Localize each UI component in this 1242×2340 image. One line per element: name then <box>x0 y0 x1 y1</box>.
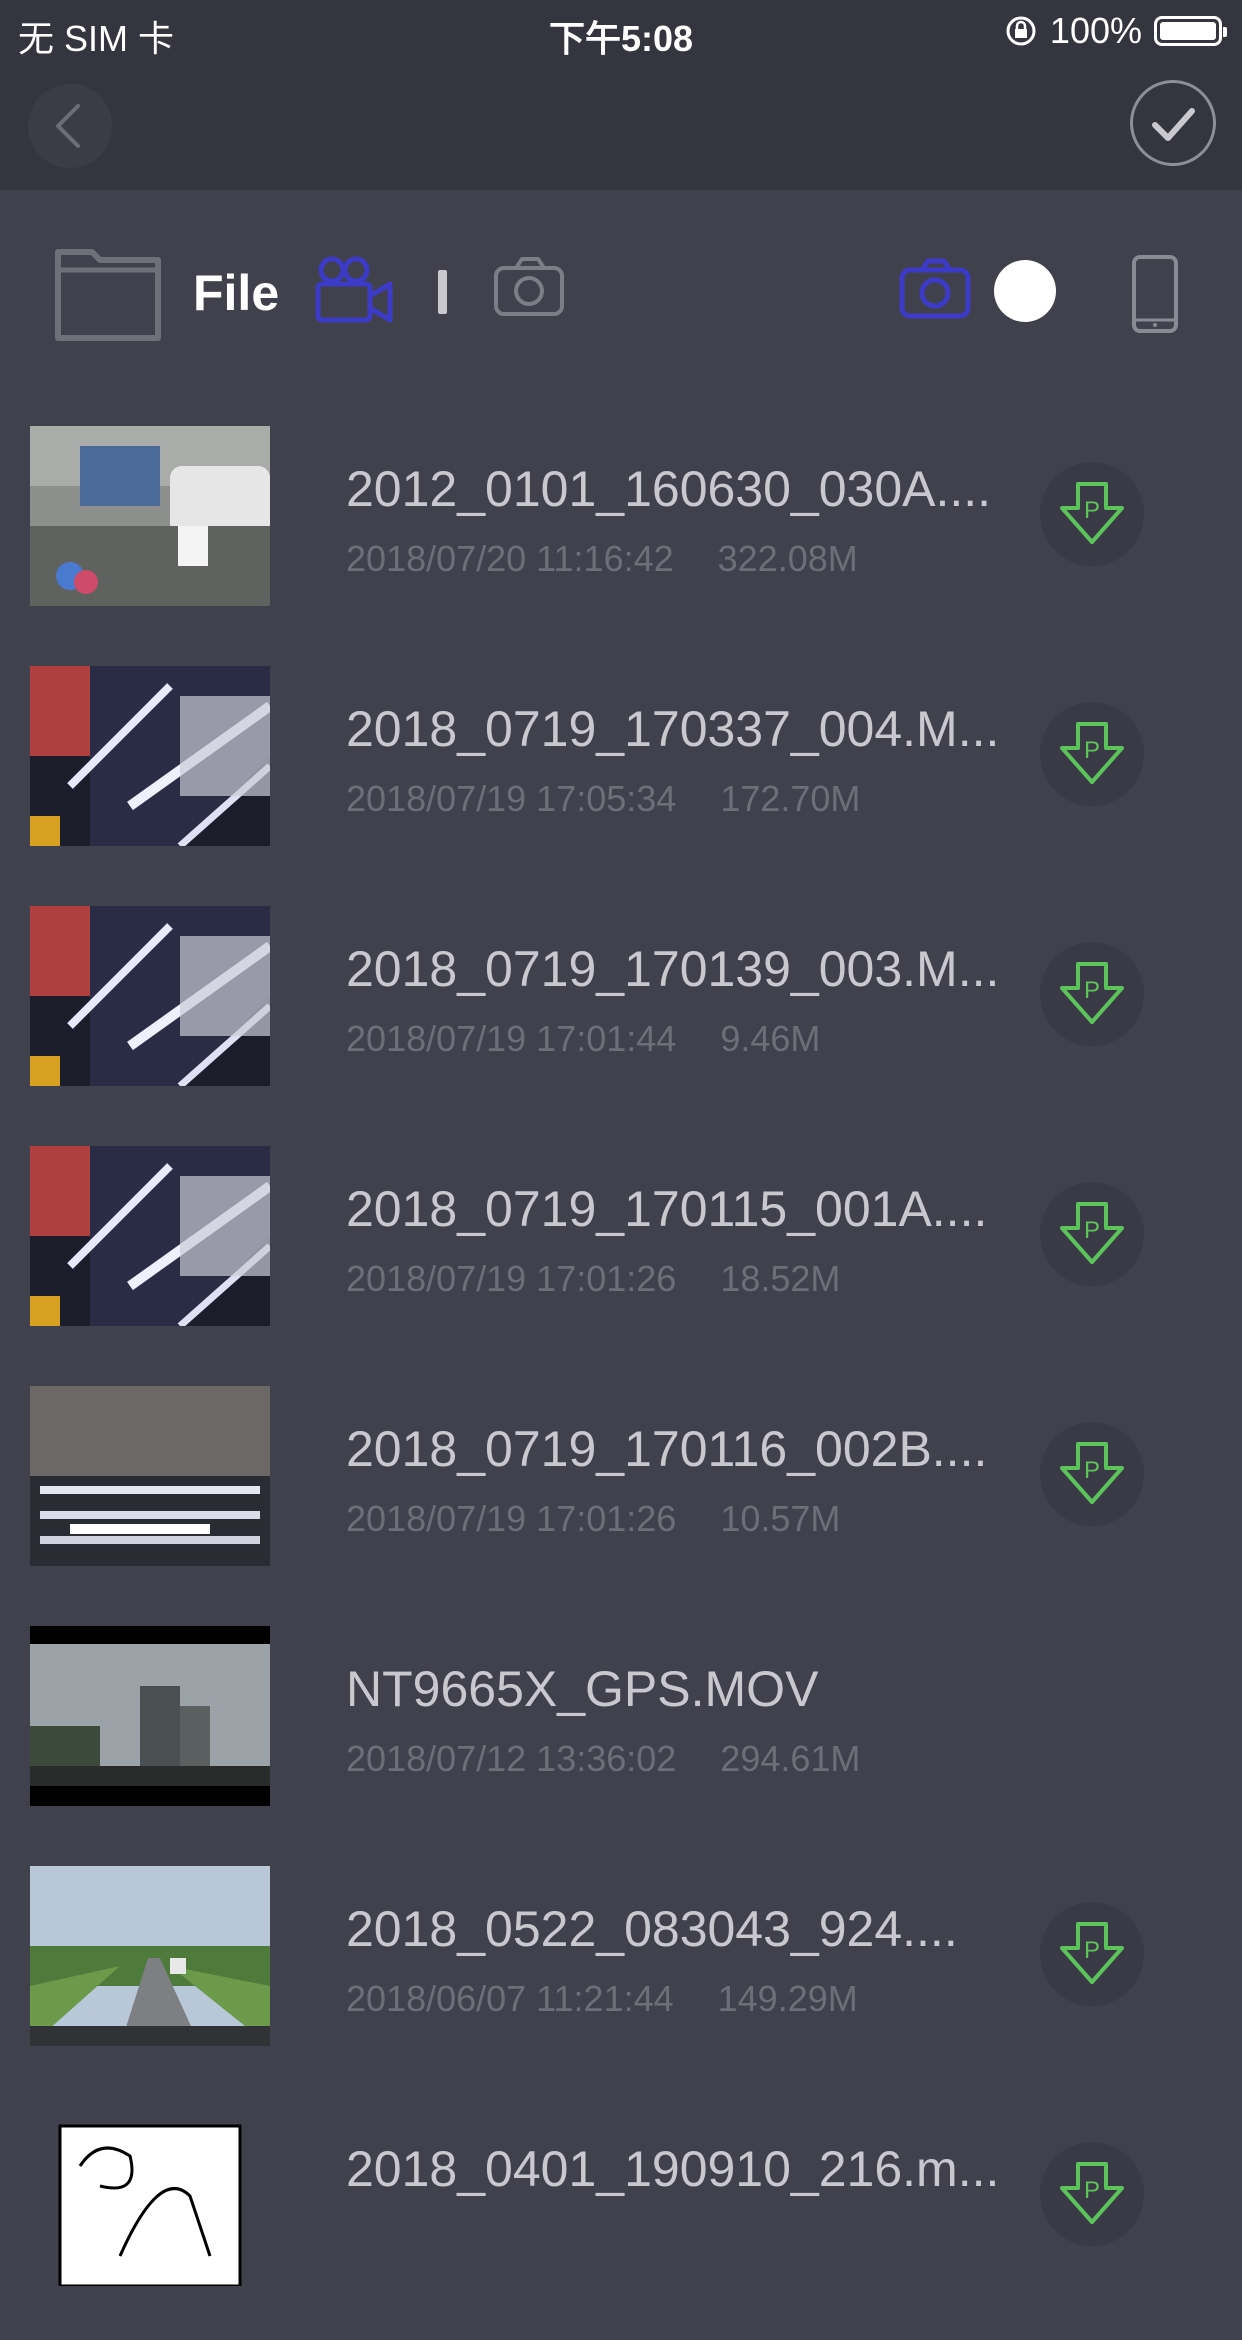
back-button[interactable] <box>28 84 112 168</box>
file-row[interactable]: 2018_0719_170337_004.M... 2018/07/19 17:0… <box>0 660 1242 900</box>
battery-icon <box>1154 16 1227 46</box>
file-size: 294.61M <box>720 1738 861 1779</box>
file-row[interactable]: 2018_0401_190910_216.m... P <box>0 2100 1242 2340</box>
status-bar: 无 SIM 卡 下午5:08 100% <box>0 0 1242 62</box>
file-date: 2018/07/19 17:01:26 <box>346 1498 677 1539</box>
file-meta: 2018/07/19 17:05:34 172.70M <box>346 778 860 820</box>
checkmark-icon <box>1152 108 1195 141</box>
download-arrow-icon: P <box>1060 722 1124 784</box>
file-toolbar: File <box>0 190 1242 390</box>
file-row[interactable]: 2018_0719_170139_003.M... 2018/07/19 17:0… <box>0 900 1242 1140</box>
file-thumbnail[interactable] <box>30 426 270 606</box>
status-right: 100% <box>1004 10 1227 52</box>
camera-mode-icon[interactable] <box>898 256 972 322</box>
svg-text:P: P <box>1084 977 1100 1004</box>
file-row[interactable]: NT9665X_GPS.MOV 2018/07/12 13:36:02 294.61… <box>0 1620 1242 1860</box>
file-thumbnail[interactable] <box>30 1626 270 1806</box>
file-thumbnail[interactable] <box>30 1866 270 2046</box>
download-arrow-icon: P <box>1060 2162 1124 2224</box>
download-button[interactable]: P <box>1040 2142 1144 2246</box>
download-arrow-icon: P <box>1060 1202 1124 1264</box>
file-size: 9.46M <box>720 1018 821 1059</box>
battery-percent: 100% <box>1049 10 1142 51</box>
file-name: 2018_0719_170116_002B.... <box>346 1421 988 1477</box>
file-thumbnail[interactable] <box>30 906 270 1086</box>
svg-text:P: P <box>1084 2177 1100 2204</box>
source-toggle[interactable] <box>994 260 1056 322</box>
svg-text:P: P <box>1084 1217 1100 1244</box>
file-row[interactable]: 2012_0101_160630_030A.... 2018/07/20 11:1… <box>0 420 1242 660</box>
download-button[interactable]: P <box>1040 1182 1144 1286</box>
chevron-left-icon <box>56 104 80 148</box>
file-tab-label[interactable]: File <box>193 264 279 322</box>
file-thumbnail[interactable] <box>30 2106 270 2286</box>
download-button[interactable]: P <box>1040 702 1144 806</box>
download-arrow-icon: P <box>1060 1922 1124 1984</box>
file-date: 2018/07/19 17:01:26 <box>346 1258 677 1299</box>
download-arrow-icon: P <box>1060 1442 1124 1504</box>
file-size: 18.52M <box>720 1258 841 1299</box>
file-size: 149.29M <box>717 1978 858 2019</box>
file-name: 2018_0719_170139_003.M... <box>346 941 1000 997</box>
file-meta: 2018/07/20 11:16:42 322.08M <box>346 538 858 580</box>
file-row[interactable]: 2018_0719_170116_002B.... 2018/07/19 17:0… <box>0 1380 1242 1620</box>
file-date: 2018/07/19 17:05:34 <box>346 778 677 819</box>
file-name: 2018_0719_170337_004.M... <box>346 701 1000 757</box>
top-bar: 无 SIM 卡 下午5:08 100% <box>0 0 1242 190</box>
download-button[interactable]: P <box>1040 1902 1144 2006</box>
download-arrow-icon: P <box>1060 482 1124 544</box>
download-button[interactable]: P <box>1040 1422 1144 1526</box>
file-row[interactable]: 2018_0719_170115_001A.... 2018/07/19 17:0… <box>0 1140 1242 1380</box>
svg-text:P: P <box>1084 737 1100 764</box>
file-meta: 2018/07/19 17:01:26 10.57M <box>346 1498 840 1540</box>
download-button[interactable]: P <box>1040 462 1144 566</box>
download-button[interactable]: P <box>1040 942 1144 1046</box>
file-date: 2018/07/19 17:01:44 <box>346 1018 677 1059</box>
confirm-button[interactable] <box>1130 80 1216 166</box>
file-name: 2018_0719_170115_001A.... <box>346 1181 988 1237</box>
file-name: 2018_0522_083043_924.... <box>346 1901 958 1957</box>
file-name: NT9665X_GPS.MOV <box>346 1661 819 1717</box>
file-meta <box>346 2218 390 2260</box>
video-camera-icon[interactable] <box>314 254 396 326</box>
file-size: 322.08M <box>717 538 858 579</box>
file-meta: 2018/07/19 17:01:44 9.46M <box>346 1018 820 1060</box>
file-meta: 2018/07/19 17:01:26 18.52M <box>346 1258 840 1300</box>
file-meta: 2018/07/12 13:36:02 294.61M <box>346 1738 860 1780</box>
file-thumbnail[interactable] <box>30 666 270 846</box>
file-thumbnail[interactable] <box>30 1386 270 1566</box>
rotation-lock-icon <box>1006 16 1036 46</box>
file-date: 2018/06/07 11:21:44 <box>346 1978 674 2019</box>
file-thumbnail[interactable] <box>30 1146 270 1326</box>
download-arrow-icon: P <box>1060 962 1124 1024</box>
svg-text:P: P <box>1084 1457 1100 1484</box>
file-date: 2018/07/20 11:16:42 <box>346 538 674 579</box>
file-date: 2018/07/12 13:36:02 <box>346 1738 677 1779</box>
file-size: 172.70M <box>720 778 861 819</box>
photo-camera-icon[interactable] <box>492 254 566 320</box>
file-size: 10.57M <box>720 1498 841 1539</box>
file-name: 2018_0401_190910_216.m... <box>346 2141 1000 2197</box>
file-meta: 2018/06/07 11:21:44 149.29M <box>346 1978 858 2020</box>
file-name: 2012_0101_160630_030A.... <box>346 461 992 517</box>
svg-text:P: P <box>1084 497 1100 524</box>
svg-text:P: P <box>1084 1937 1100 1964</box>
divider <box>438 270 447 314</box>
folder-icon[interactable] <box>54 242 164 342</box>
file-row[interactable]: 2018_0522_083043_924.... 2018/06/07 11:21… <box>0 1860 1242 2100</box>
phone-icon[interactable] <box>1130 254 1180 334</box>
